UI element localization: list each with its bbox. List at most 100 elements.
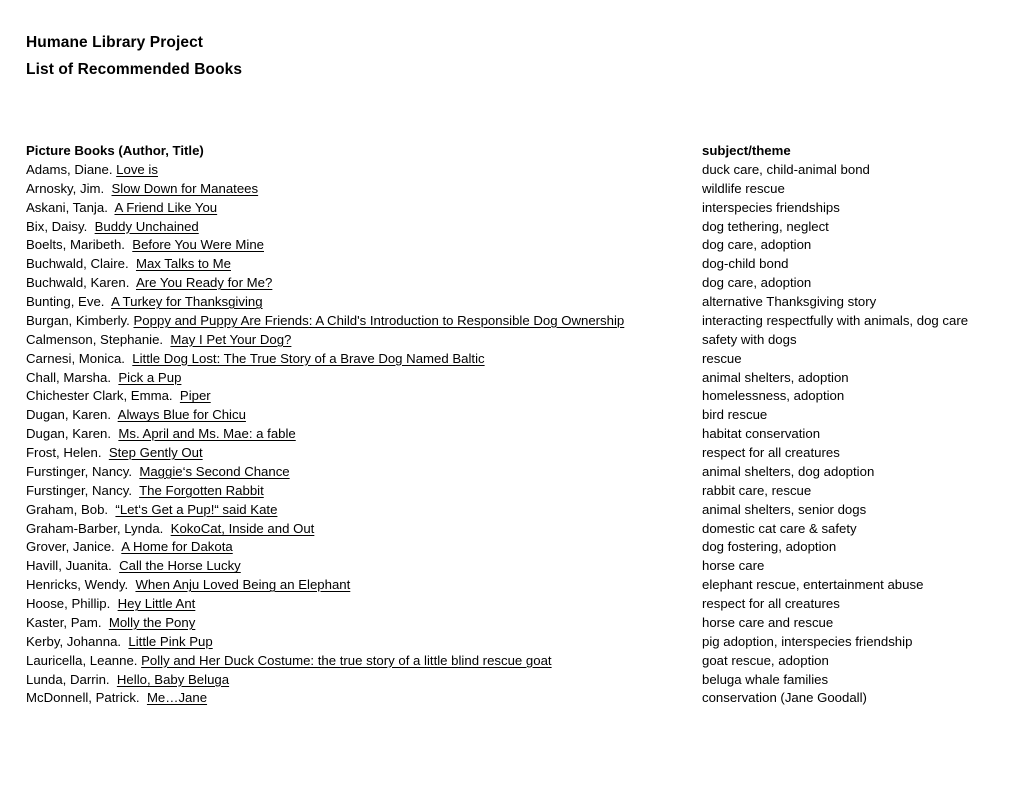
- book-subject-theme: respect for all creatures: [702, 596, 840, 611]
- book-subject-theme: horse care and rescue: [702, 614, 834, 630]
- book-entry: Bunting, Eve. A Turkey for Thanksgiving: [26, 293, 263, 312]
- book-author: Chall, Marsha.: [26, 369, 112, 385]
- book-subject-theme: dog care, adoption: [702, 275, 812, 291]
- book-entry: McDonnell, Patrick. Me…Jane: [26, 689, 207, 708]
- book-title: KokoCat, Inside and Out: [170, 520, 315, 536]
- book-title: Ms. April and Ms. Mae: a fable: [118, 426, 296, 442]
- book-entry: Dugan, Karen. Ms. April and Ms. Mae: a f…: [26, 425, 296, 444]
- book-entry: Chall, Marsha. Pick a Pup: [26, 369, 181, 388]
- book-title: Always Blue for Chicu: [117, 407, 246, 423]
- book-entry: Buchwald, Claire. Max Talks to Me: [26, 255, 231, 274]
- book-entry: Buchwald, Karen. Are You Ready for Me?: [26, 274, 272, 293]
- book-author: Chichester Clark, Emma.: [26, 388, 173, 404]
- book-subject-theme: beluga whale families: [702, 671, 829, 687]
- book-author: Buchwald, Karen.: [26, 275, 130, 291]
- author-title-separator: [112, 558, 119, 573]
- book-subject-theme: pig adoption, interspecies friendship: [702, 633, 913, 649]
- book-entry: Kerby, Johanna. Little Pink Pup: [26, 633, 213, 652]
- table-row: McDonnell, Patrick. Me…Jane conservation …: [26, 689, 994, 708]
- book-subject-theme: interspecies friendships: [702, 199, 840, 215]
- book-title: Step Gently Out: [108, 445, 203, 460]
- book-author: Burgan, Kimberly.: [26, 312, 130, 328]
- book-author: Havill, Juanita.: [26, 558, 112, 574]
- book-entry: Frost, Helen. Step Gently Out: [26, 444, 203, 463]
- book-author: Lauricella, Leanne.: [26, 652, 138, 668]
- book-author: Bunting, Eve.: [26, 294, 105, 309]
- book-subject-theme: animal shelters, dog adoption: [702, 463, 875, 479]
- book-author: Dugan, Karen.: [26, 407, 112, 423]
- book-author: Bix, Daisy.: [26, 218, 88, 234]
- book-entry: Chichester Clark, Emma. Piper: [26, 387, 211, 406]
- author-title-separator: [129, 275, 136, 290]
- book-entry: Bix, Daisy. Buddy Unchained: [26, 218, 199, 237]
- book-entry: Burgan, Kimberly. Poppy and Puppy Are Fr…: [26, 312, 624, 331]
- book-subject-theme: habitat conservation: [702, 426, 821, 442]
- book-subject-theme: domestic cat care & safety: [702, 520, 857, 536]
- book-entry: Arnosky, Jim. Slow Down for Manatees: [26, 180, 258, 199]
- book-title: Poppy and Puppy Are Friends: A Child's I…: [133, 312, 625, 328]
- book-subject-theme: goat rescue, adoption: [702, 652, 829, 668]
- book-author: Carnesi, Monica.: [26, 350, 125, 366]
- table-row: Grover, Janice. A Home for Dakota dog fos…: [26, 538, 994, 557]
- book-title: Polly and Her Duck Costume: the true sto…: [141, 652, 552, 668]
- author-title-separator: [102, 445, 109, 460]
- book-subject-theme: animal shelters, senior dogs: [702, 501, 867, 517]
- book-author: Henricks, Wendy.: [26, 577, 129, 593]
- book-subject-theme: safety with dogs: [702, 331, 797, 347]
- table-row: Arnosky, Jim. Slow Down for Manatees wild…: [26, 180, 994, 199]
- book-title: Max Talks to Me: [135, 256, 231, 272]
- book-title: Pick a Pup: [118, 369, 182, 385]
- book-entry: Lauricella, Leanne. Polly and Her Duck C…: [26, 652, 552, 671]
- book-entry: Henricks, Wendy. When Anju Loved Being a…: [26, 576, 350, 595]
- book-title: A Home for Dakota: [121, 539, 233, 555]
- table-row: Calmenson, Stephanie. May I Pet Your Dog…: [26, 331, 994, 350]
- table-row: Kerby, Johanna. Little Pink Pup pig adopt…: [26, 633, 994, 652]
- table-row: Lunda, Darrin. Hello, Baby Beluga beluga …: [26, 671, 994, 690]
- book-subject-theme: respect for all creatures: [702, 445, 840, 460]
- table-row: Chichester Clark, Emma. Piper homelessnes…: [26, 387, 994, 406]
- book-subject-theme: rescue: [702, 350, 742, 366]
- book-entry: Kaster, Pam. Molly the Pony: [26, 614, 195, 633]
- book-author: Boelts, Maribeth.: [26, 237, 125, 253]
- book-author: Calmenson, Stephanie.: [26, 331, 164, 347]
- book-subject-theme: alternative Thanksgiving story: [702, 294, 877, 309]
- author-title-separator: [129, 256, 136, 271]
- table-row: Frost, Helen. Step Gently Out respect for…: [26, 444, 994, 463]
- book-author: Kerby, Johanna.: [26, 633, 122, 649]
- book-entry: Hoose, Phillip. Hey Little Ant: [26, 595, 195, 614]
- book-subject-theme: conservation (Jane Goodall): [702, 690, 867, 706]
- table-row: Dugan, Karen. Ms. April and Ms. Mae: a f…: [26, 425, 994, 444]
- book-title: Me…Jane: [146, 690, 208, 706]
- book-author: Kaster, Pam.: [26, 614, 102, 630]
- author-title-separator: [110, 672, 117, 687]
- book-title: Love is: [116, 161, 158, 177]
- book-subject-theme: wildlife rescue: [702, 180, 785, 196]
- author-title-separator: [104, 181, 111, 196]
- author-title-separator: [110, 596, 117, 611]
- table-row: Dugan, Karen. Always Blue for Chicu bird …: [26, 406, 994, 425]
- book-author: Adams, Diane.: [26, 161, 113, 177]
- column-header-books: Picture Books (Author, Title): [26, 143, 204, 158]
- table-row: Graham, Bob. “Let‘s Get a Pup!“ said Kat…: [26, 501, 994, 520]
- book-subject-theme: elephant rescue, entertainment abuse: [702, 577, 924, 593]
- table-row: Havill, Juanita. Call the Horse Lucky hor…: [26, 557, 994, 576]
- book-author: Hoose, Phillip.: [26, 596, 111, 611]
- book-title: Call the Horse Lucky: [119, 558, 241, 574]
- author-title-separator: [111, 407, 118, 422]
- book-entry: Lunda, Darrin. Hello, Baby Beluga: [26, 671, 229, 690]
- book-entry: Graham, Bob. “Let‘s Get a Pup!“ said Kat…: [26, 501, 277, 520]
- document-title-line-1: Humane Library Project: [26, 34, 204, 51]
- book-title: The Forgotten Rabbit: [139, 482, 264, 498]
- book-entry: Havill, Juanita. Call the Horse Lucky: [26, 557, 241, 576]
- book-title: May I Pet Your Dog?: [170, 331, 292, 347]
- table-row: Chall, Marsha. Pick a Pup animal shelters…: [26, 369, 994, 388]
- book-title: Are You Ready for Me?: [135, 275, 273, 291]
- book-author: Grover, Janice.: [26, 539, 115, 555]
- book-subject-theme: duck care, child-animal bond: [702, 161, 870, 177]
- book-entry: Carnesi, Monica. Little Dog Lost: The Tr…: [26, 350, 485, 369]
- table-row: Buchwald, Karen. Are You Ready for Me? do…: [26, 274, 994, 293]
- book-title: Slow Down for Manatees: [111, 180, 259, 196]
- book-entry: Adams, Diane. Love is: [26, 161, 158, 180]
- book-entry: Askani, Tanja. A Friend Like You: [26, 199, 217, 218]
- book-author: Arnosky, Jim.: [26, 180, 105, 196]
